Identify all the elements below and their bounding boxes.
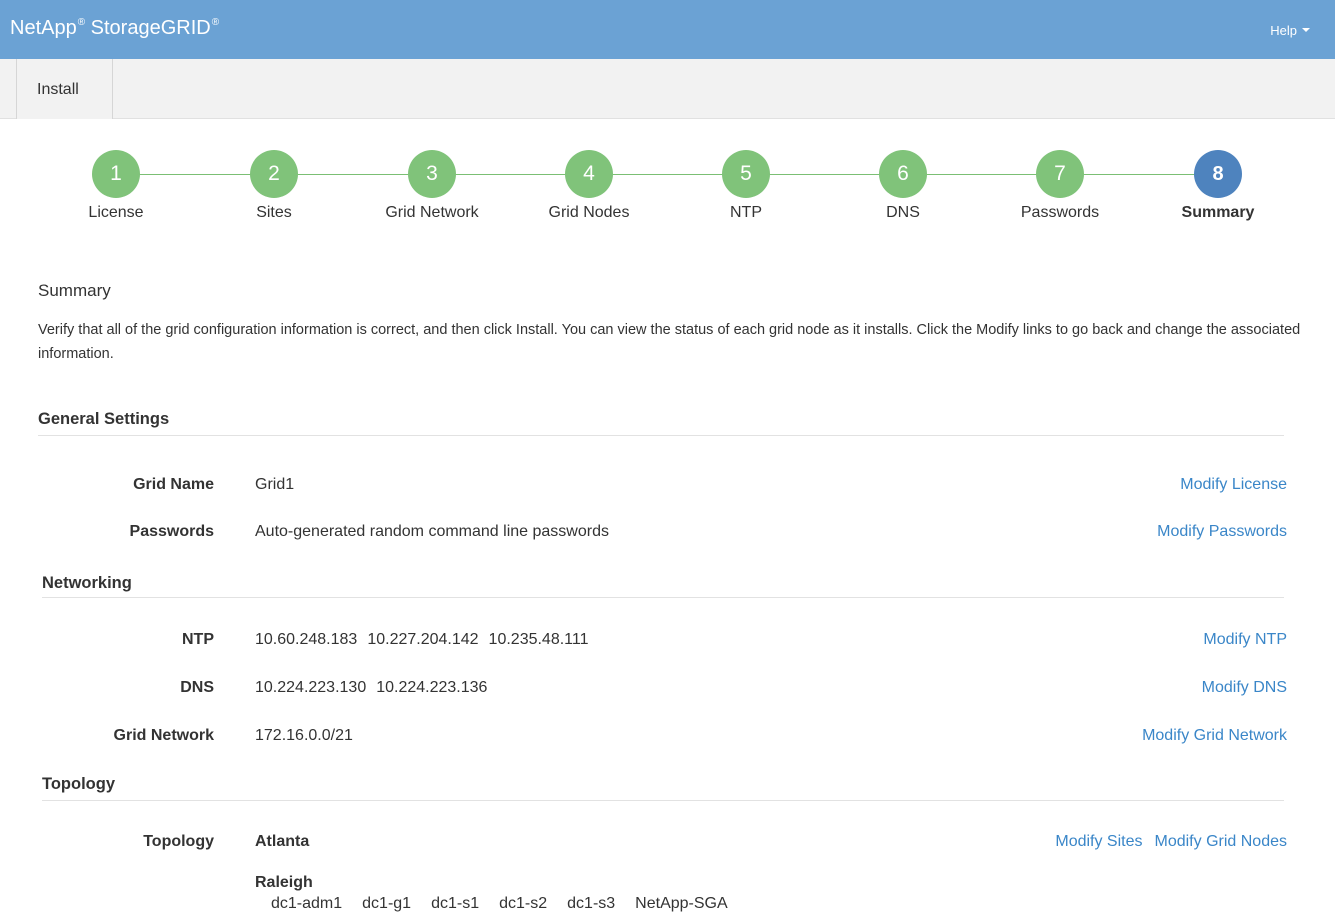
step-label: Passwords	[1020, 204, 1100, 221]
page-title: Summary	[38, 281, 111, 300]
site-node-list: dc1-adm1 dc1-g1 dc1-s1 dc1-s2 dc1-s3 NetApp-S…	[271, 895, 748, 913]
section-divider	[38, 435, 1284, 436]
step-label: DNS	[886, 204, 920, 221]
caret-down-icon	[1302, 28, 1310, 32]
step-summary[interactable]: 8 Summary	[1138, 150, 1298, 222]
section-divider	[42, 800, 1284, 801]
step-number: 6	[879, 150, 927, 198]
step-number: 3	[408, 150, 456, 198]
step-label: NTP	[730, 204, 762, 221]
grid-node: dc1-g1	[362, 895, 412, 912]
tab-bar: Install	[0, 59, 1335, 119]
ntp-server: 10.60.248.183	[255, 631, 358, 648]
section-divider	[42, 597, 1284, 598]
step-number: 7	[1036, 150, 1084, 198]
section-heading-topology: Topology	[42, 775, 116, 793]
modify-sites-link[interactable]: Modify Sites	[1055, 833, 1142, 850]
site-name: Raleigh	[255, 874, 313, 891]
passwords-value: Auto-generated random command line passw…	[255, 523, 609, 540]
step-sites[interactable]: 2 Sites	[194, 150, 354, 222]
app-header: NetApp® StorageGRID® Help	[0, 0, 1335, 59]
grid-name-label: Grid Name	[133, 476, 214, 493]
step-passwords[interactable]: 7 Passwords	[980, 150, 1140, 222]
dns-label: DNS	[180, 679, 214, 696]
step-number: 1	[92, 150, 140, 198]
help-label: Help	[1270, 23, 1297, 38]
topology-links: Modify Sites Modify Grid Nodes	[1043, 833, 1287, 851]
section-heading-general: General Settings	[38, 410, 170, 428]
brand-netapp: NetApp	[10, 17, 77, 39]
registered-mark: ®	[211, 17, 220, 28]
grid-node: NetApp-SGA	[635, 895, 728, 912]
step-label: Summary	[1181, 204, 1255, 221]
step-label: Grid Network	[385, 204, 479, 221]
brand-product: StorageGRID	[90, 17, 211, 39]
modify-passwords-link[interactable]: Modify Passwords	[1157, 523, 1287, 541]
step-label: License	[88, 204, 144, 221]
ntp-servers: 10.60.248.183 10.227.204.142 10.235.48.111	[255, 631, 599, 649]
registered-mark: ®	[77, 17, 86, 28]
step-grid-nodes[interactable]: 4 Grid Nodes	[509, 150, 669, 222]
step-dns[interactable]: 6 DNS	[823, 150, 983, 222]
grid-node: dc1-s1	[431, 895, 480, 912]
summary-instructions: Verify that all of the grid configuratio…	[38, 322, 1301, 362]
grid-network-value: 172.16.0.0/21	[255, 727, 353, 744]
step-license[interactable]: 1 License	[36, 150, 196, 222]
grid-node: dc1-s3	[567, 895, 616, 912]
modify-grid-network-link[interactable]: Modify Grid Network	[1142, 727, 1287, 745]
tab-install[interactable]: Install	[16, 59, 113, 119]
grid-network-label: Grid Network	[113, 727, 214, 744]
step-grid-network[interactable]: 3 Grid Network	[352, 150, 512, 222]
step-label: Grid Nodes	[548, 204, 630, 221]
grid-node: dc1-s2	[499, 895, 548, 912]
modify-license-link[interactable]: Modify License	[1180, 476, 1287, 494]
topology-label: Topology	[143, 833, 214, 850]
section-heading-networking: Networking	[42, 574, 132, 592]
help-menu[interactable]: Help	[1270, 23, 1310, 38]
step-number: 4	[565, 150, 613, 198]
dns-server: 10.224.223.136	[376, 679, 488, 696]
step-number: 2	[250, 150, 298, 198]
step-ntp[interactable]: 5 NTP	[666, 150, 826, 222]
modify-ntp-link[interactable]: Modify NTP	[1203, 631, 1287, 649]
step-number: 8	[1194, 150, 1242, 198]
grid-node: dc1-adm1	[271, 895, 343, 912]
passwords-label: Passwords	[129, 523, 214, 540]
step-number: 5	[722, 150, 770, 198]
grid-name-value: Grid1	[255, 476, 295, 493]
brand-logo: NetApp® StorageGRID®	[10, 17, 219, 40]
modify-grid-nodes-link[interactable]: Modify Grid Nodes	[1155, 833, 1288, 850]
dns-server: 10.224.223.130	[255, 679, 367, 696]
site-name: Atlanta	[255, 833, 310, 850]
ntp-server: 10.235.48.111	[488, 631, 589, 648]
step-label: Sites	[256, 204, 292, 221]
modify-dns-link[interactable]: Modify DNS	[1202, 679, 1287, 697]
dns-servers: 10.224.223.130 10.224.223.136	[255, 679, 497, 697]
ntp-server: 10.227.204.142	[367, 631, 479, 648]
ntp-label: NTP	[182, 631, 214, 648]
